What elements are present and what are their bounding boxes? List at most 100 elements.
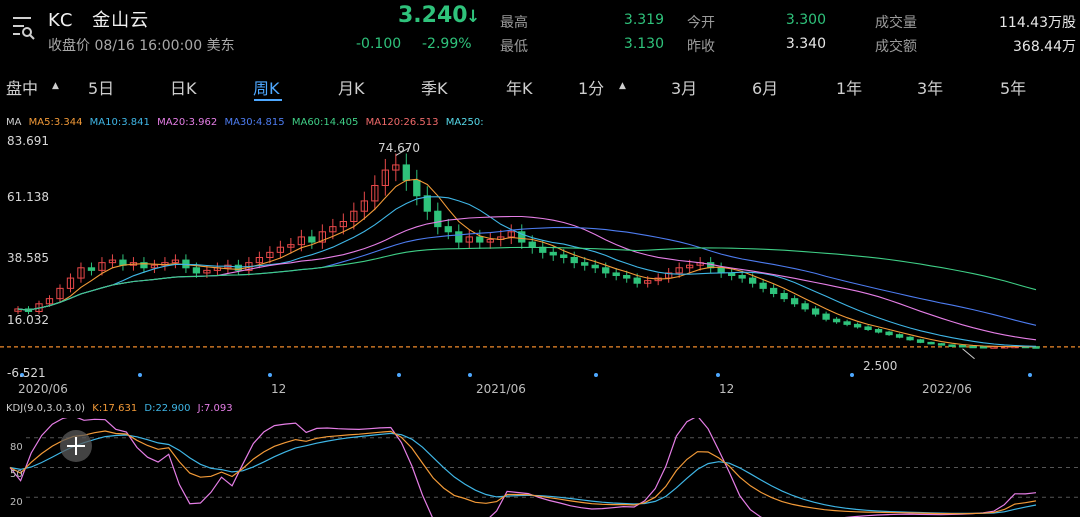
candle-body bbox=[308, 236, 316, 243]
candle-body bbox=[759, 282, 767, 289]
candle-body bbox=[612, 272, 620, 277]
tab-3-month[interactable]: 3月 bbox=[671, 75, 697, 99]
event-dot bbox=[716, 373, 720, 377]
close-time-line: 收盘价 08/16 16:00:00 美东 bbox=[48, 38, 235, 54]
ma-line-60 bbox=[17, 246, 1037, 311]
x-axis-label: 2021/06 bbox=[476, 382, 526, 396]
candle-body bbox=[769, 287, 778, 295]
tab-5-day[interactable]: 5日 bbox=[88, 75, 114, 99]
candle-body bbox=[570, 257, 578, 264]
x-axis-label: 12 bbox=[719, 382, 735, 396]
x-axis-label: 2022/06 bbox=[922, 382, 972, 396]
candle-body bbox=[87, 267, 96, 271]
candle-body bbox=[864, 326, 872, 331]
candle-body bbox=[937, 343, 946, 346]
candle-body bbox=[476, 236, 484, 243]
ma-legend-item: MA10:3.841 bbox=[89, 117, 150, 128]
tab-quarterly-k[interactable]: 季K bbox=[421, 75, 448, 99]
candlestick-chart[interactable] bbox=[0, 128, 1080, 396]
tab-3-year[interactable]: 3年 bbox=[917, 75, 943, 99]
quote-label-high: 最高 bbox=[500, 15, 528, 31]
ma-legend-item: MA bbox=[6, 117, 22, 128]
candle-body bbox=[560, 254, 568, 259]
event-dot bbox=[1028, 373, 1032, 377]
candle-body bbox=[916, 339, 925, 343]
y-axis-label: -6.521 bbox=[7, 366, 46, 380]
quote-value-high: 3.319 bbox=[623, 12, 664, 28]
candle-body bbox=[885, 331, 893, 336]
stock-title: KC 金山云 bbox=[48, 6, 149, 32]
ma-legend-item: MA120:26.513 bbox=[365, 117, 439, 128]
kdj-indicator-chart[interactable] bbox=[0, 418, 1080, 517]
candle-body bbox=[969, 345, 977, 349]
candle-body bbox=[853, 323, 862, 328]
price-change: -0.100 bbox=[356, 36, 402, 52]
candle-body bbox=[790, 298, 799, 305]
candle-body bbox=[528, 241, 536, 248]
tab-5-year[interactable]: 5年 bbox=[1000, 75, 1026, 99]
y-axis-label: 38.585 bbox=[7, 251, 49, 265]
candle-body bbox=[434, 210, 442, 228]
tab-daily-k[interactable]: 日K bbox=[170, 75, 197, 99]
candle-body bbox=[444, 226, 452, 233]
quote-label-low: 最低 bbox=[500, 39, 528, 55]
quote-label-prev-close: 昨收 bbox=[687, 39, 715, 55]
y-axis-label: 16.032 bbox=[7, 313, 49, 327]
candle-body bbox=[843, 321, 851, 325]
stock-symbol: KC bbox=[48, 10, 74, 31]
ma-legend-item: MA60:14.405 bbox=[291, 117, 359, 128]
candle-body bbox=[801, 303, 809, 310]
event-dot bbox=[594, 373, 598, 377]
quote-label-turnover: 成交额 bbox=[875, 39, 917, 55]
candle-body bbox=[811, 308, 820, 315]
candle-body bbox=[895, 334, 904, 338]
candle-body bbox=[602, 267, 610, 274]
tab-monthly-k[interactable]: 月K bbox=[338, 75, 365, 99]
arrow-down-icon: ↓ bbox=[466, 7, 481, 27]
kdj-d-line bbox=[9, 432, 1037, 515]
candle-body bbox=[738, 275, 746, 279]
quote-value-volume: 114.43万股 bbox=[999, 15, 1076, 31]
candle-body bbox=[874, 329, 883, 333]
tab-1-minute[interactable]: 1分 bbox=[578, 75, 604, 99]
candle-body bbox=[748, 277, 757, 284]
candle-body bbox=[780, 293, 788, 300]
ma-line-10 bbox=[17, 196, 1037, 347]
ma-line-20 bbox=[17, 215, 1037, 341]
candle-body bbox=[822, 313, 830, 320]
candle-body bbox=[623, 275, 631, 279]
event-dot bbox=[468, 373, 472, 377]
ma-legend: MA MA5:3.344 MA10:3.841 MA20:3.962 MA30:… bbox=[6, 117, 488, 128]
min-marker-leader bbox=[962, 348, 975, 360]
candle-body bbox=[413, 179, 421, 197]
tab-yearly-k[interactable]: 年K bbox=[506, 75, 533, 99]
ma-line-5 bbox=[17, 178, 1036, 348]
min-price-marker: 2.500 bbox=[863, 359, 898, 373]
y-axis-label: 61.138 bbox=[7, 190, 49, 204]
ma-legend-item: MA250: bbox=[445, 117, 484, 128]
menu-search-icon[interactable] bbox=[10, 12, 36, 42]
kdj-legend-k: K:17.631 bbox=[92, 403, 138, 414]
kdj-y-label: 20 bbox=[10, 497, 23, 508]
kdj-legend-d: D:22.900 bbox=[144, 403, 191, 414]
crosshair-button[interactable] bbox=[60, 430, 92, 462]
y-axis-label: 83.691 bbox=[7, 134, 49, 148]
last-price: 3.240 bbox=[398, 3, 468, 28]
candle-body bbox=[906, 336, 914, 341]
candle-body bbox=[633, 277, 641, 284]
ma-legend-item: MA30:4.815 bbox=[224, 117, 285, 128]
tab-intraday[interactable]: 盘中 bbox=[6, 75, 38, 99]
tab-1-year[interactable]: 1年 bbox=[836, 75, 862, 99]
quote-value-open: 3.300 bbox=[785, 12, 826, 28]
candle-body bbox=[979, 345, 988, 349]
tab-6-month[interactable]: 6月 bbox=[752, 75, 778, 99]
tab-weekly-k[interactable]: 周K bbox=[253, 75, 280, 99]
candle-body bbox=[948, 344, 956, 347]
candle-body bbox=[402, 164, 410, 181]
candle-body bbox=[958, 344, 967, 348]
kdj-legend-j: J:7.093 bbox=[197, 403, 233, 414]
quote-value-low: 3.130 bbox=[623, 36, 664, 52]
candle-body bbox=[455, 231, 463, 243]
candle-body bbox=[832, 318, 841, 323]
caret-down-icon: ▲ bbox=[619, 81, 626, 91]
